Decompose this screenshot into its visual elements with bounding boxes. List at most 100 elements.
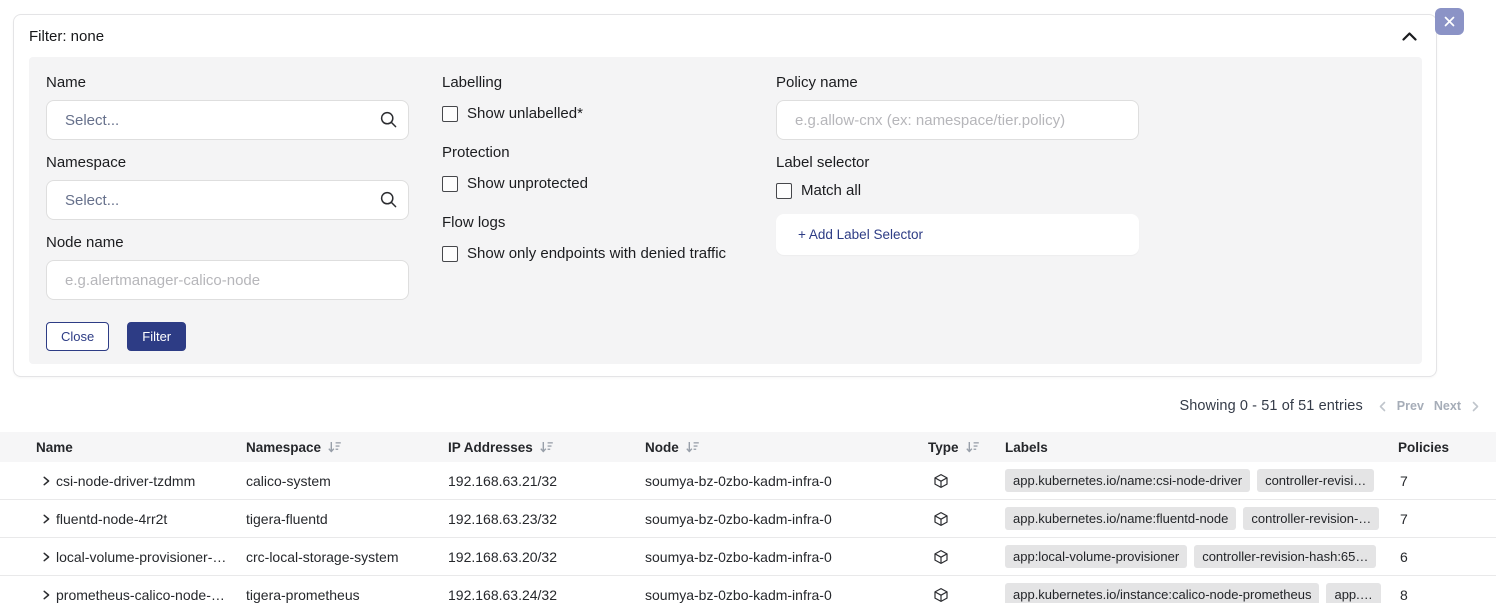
- sort-icon: [539, 440, 554, 454]
- show-unprotected-checkbox[interactable]: [442, 176, 458, 192]
- denied-traffic-checkbox-row[interactable]: Show only endpoints with denied traffic: [442, 245, 743, 262]
- table-row[interactable]: local-volume-provisioner-… crc-local-sto…: [0, 538, 1496, 576]
- endpoint-namespace: crc-local-storage-system: [246, 549, 448, 565]
- denied-traffic-label: Show only endpoints with denied traffic: [467, 245, 726, 262]
- policies-count: 8: [1398, 587, 1496, 603]
- show-unprotected-label: Show unprotected: [467, 175, 588, 192]
- table-row[interactable]: prometheus-calico-node-… tigera-promethe…: [0, 576, 1496, 603]
- namespace-select-wrap: [46, 180, 409, 220]
- pager-controls: Prev Next: [1378, 399, 1480, 413]
- policies-count: 7: [1398, 473, 1496, 489]
- labels-cell: app.kubernetes.io/name:fluentd-node cont…: [1005, 507, 1398, 530]
- label-badge: app.…: [1326, 583, 1380, 603]
- label-badge: controller-revision-…: [1243, 507, 1379, 530]
- column-label: Type: [928, 440, 959, 455]
- chevron-up-icon[interactable]: [1396, 23, 1422, 49]
- endpoint-name: prometheus-calico-node-…: [56, 587, 246, 603]
- column-header-name[interactable]: Name: [36, 440, 246, 455]
- endpoint-ip: 192.168.63.24/32: [448, 587, 645, 603]
- pagination-summary: Showing 0 - 51 of 51 entries: [1179, 398, 1362, 414]
- expand-chevron-icon[interactable]: [36, 551, 56, 563]
- column-label: Policies: [1398, 440, 1449, 455]
- labels-cell: app.kubernetes.io/instance:calico-node-p…: [1005, 583, 1398, 603]
- namespace-select-input[interactable]: [46, 180, 409, 220]
- workload-cube-icon: [928, 587, 1005, 603]
- label-badge: app.kubernetes.io/name:fluentd-node: [1005, 507, 1236, 530]
- column-label: Name: [36, 440, 73, 455]
- workload-cube-icon: [928, 549, 1005, 565]
- workload-cube-icon: [928, 511, 1005, 527]
- column-header-policies: Policies: [1398, 440, 1496, 455]
- close-icon[interactable]: [1435, 8, 1464, 35]
- filter-button[interactable]: Filter: [127, 322, 186, 351]
- table-header-row: Name Namespace IP Addresses Node Type La…: [0, 432, 1496, 462]
- endpoint-node: soumya-bz-0zbo-kadm-infra-0: [645, 549, 928, 565]
- label-badge: app:local-volume-provisioner: [1005, 545, 1187, 568]
- column-label: Node: [645, 440, 679, 455]
- endpoint-node: soumya-bz-0zbo-kadm-infra-0: [645, 587, 928, 603]
- filter-panel: Filter: none Name Namespace: [13, 14, 1437, 377]
- policies-count: 6: [1398, 549, 1496, 565]
- close-button[interactable]: Close: [46, 322, 109, 351]
- add-label-selector-button[interactable]: + Add Label Selector: [776, 214, 1139, 255]
- show-unlabelled-checkbox[interactable]: [442, 106, 458, 122]
- match-all-checkbox-row[interactable]: Match all: [776, 182, 1139, 199]
- filter-col-left: Name Namespace Node name: [46, 74, 409, 351]
- prev-button[interactable]: Prev: [1397, 399, 1424, 413]
- table-row[interactable]: csi-node-driver-tzdmm calico-system 192.…: [0, 462, 1496, 500]
- policy-name-input-wrap: [776, 100, 1139, 140]
- filter-actions: Close Filter: [46, 322, 409, 351]
- label-badge: app.kubernetes.io/name:csi-node-driver: [1005, 469, 1250, 492]
- endpoint-name: local-volume-provisioner-…: [56, 549, 246, 565]
- column-header-labels: Labels: [1005, 440, 1398, 455]
- policy-name-input[interactable]: [776, 100, 1139, 140]
- workload-cube-icon: [928, 473, 1005, 489]
- filter-title: Filter: none: [29, 28, 104, 45]
- expand-chevron-icon[interactable]: [36, 513, 56, 525]
- chevron-left-icon[interactable]: [1378, 401, 1387, 412]
- denied-traffic-checkbox[interactable]: [442, 246, 458, 262]
- column-header-type[interactable]: Type: [928, 440, 1005, 455]
- label-badge: controller-revision-hash:65…: [1194, 545, 1376, 568]
- pagination-bar: Showing 0 - 51 of 51 entries Prev Next: [1179, 398, 1480, 414]
- name-select-input[interactable]: [46, 100, 409, 140]
- chevron-right-icon[interactable]: [1471, 401, 1480, 412]
- column-header-ip-addresses[interactable]: IP Addresses: [448, 440, 645, 455]
- label-badge: app.kubernetes.io/instance:calico-node-p…: [1005, 583, 1319, 603]
- endpoint-node: soumya-bz-0zbo-kadm-infra-0: [645, 473, 928, 489]
- match-all-label: Match all: [801, 182, 861, 199]
- name-field-label: Name: [46, 74, 409, 91]
- sort-icon: [327, 440, 342, 454]
- name-select-wrap: [46, 100, 409, 140]
- expand-chevron-icon[interactable]: [36, 475, 56, 487]
- protection-section-label: Protection: [442, 144, 743, 161]
- next-button[interactable]: Next: [1434, 399, 1461, 413]
- policy-name-field-label: Policy name: [776, 74, 1139, 91]
- column-label: Namespace: [246, 440, 321, 455]
- endpoint-ip: 192.168.63.23/32: [448, 511, 645, 527]
- labels-cell: app:local-volume-provisioner controller-…: [1005, 545, 1398, 568]
- table-row[interactable]: fluentd-node-4rr2t tigera-fluentd 192.16…: [0, 500, 1496, 538]
- show-unlabelled-label: Show unlabelled*: [467, 105, 583, 122]
- sort-icon: [965, 440, 980, 454]
- node-name-input[interactable]: [46, 260, 409, 300]
- search-icon: [379, 190, 398, 214]
- labels-cell: app.kubernetes.io/name:csi-node-driver c…: [1005, 469, 1398, 492]
- expand-chevron-icon[interactable]: [36, 589, 56, 601]
- endpoint-name: fluentd-node-4rr2t: [56, 511, 246, 527]
- flow-logs-section-label: Flow logs: [442, 214, 743, 231]
- chevron-up-icon: [1402, 32, 1417, 41]
- endpoint-namespace: tigera-fluentd: [246, 511, 448, 527]
- filter-col-right: Policy name Label selector Match all + A…: [776, 74, 1139, 351]
- match-all-checkbox[interactable]: [776, 183, 792, 199]
- endpoints-page: Filter: none Name Namespace: [0, 0, 1496, 603]
- column-header-namespace[interactable]: Namespace: [246, 440, 448, 455]
- endpoint-namespace: calico-system: [246, 473, 448, 489]
- column-header-node[interactable]: Node: [645, 440, 928, 455]
- show-unlabelled-checkbox-row[interactable]: Show unlabelled*: [442, 105, 743, 122]
- show-unprotected-checkbox-row[interactable]: Show unprotected: [442, 175, 743, 192]
- label-badge: controller-revisi…: [1257, 469, 1374, 492]
- column-label: Labels: [1005, 440, 1048, 455]
- labelling-section-label: Labelling: [442, 74, 743, 91]
- search-icon: [379, 110, 398, 134]
